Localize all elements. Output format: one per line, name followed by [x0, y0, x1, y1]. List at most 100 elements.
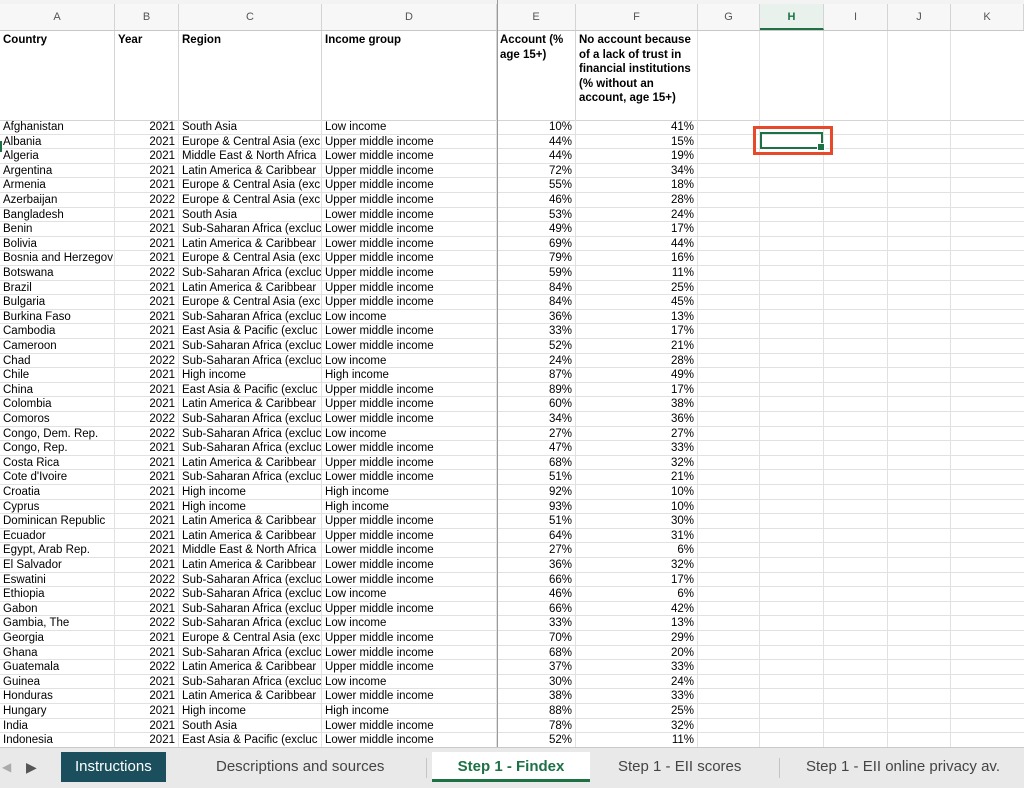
cell-region[interactable]: Europe & Central Asia (exc: [179, 178, 322, 193]
cell-account[interactable]: 44%: [497, 149, 576, 164]
cell-income-group[interactable]: Low income: [322, 426, 497, 441]
cell-year[interactable]: 2022: [115, 412, 179, 426]
cell-region[interactable]: South Asia: [179, 207, 322, 222]
cell-region[interactable]: Sub-Saharan Africa (excluc: [179, 266, 322, 280]
cell-country[interactable]: Ghana: [0, 645, 115, 660]
cell-region[interactable]: Latin America & Caribbear: [179, 236, 322, 251]
cell-no-account-trust[interactable]: 31%: [576, 528, 698, 543]
cell-income-group[interactable]: High income: [322, 499, 497, 514]
column-header-i[interactable]: I: [824, 4, 888, 30]
cell-year[interactable]: 2022: [115, 616, 179, 631]
cell-region[interactable]: Europe & Central Asia (exc: [179, 134, 322, 149]
cell-account[interactable]: 47%: [497, 441, 576, 456]
cell-income-group[interactable]: Lower middle income: [322, 324, 497, 339]
scroll-right-icon[interactable]: ▶: [26, 759, 37, 776]
cell-year[interactable]: 2021: [115, 178, 179, 193]
column-header-k[interactable]: K: [951, 4, 1024, 30]
column-header-g[interactable]: G: [698, 4, 760, 30]
cell-year[interactable]: 2021: [115, 601, 179, 616]
cell-country[interactable]: Armenia: [0, 178, 115, 193]
cell-income-group[interactable]: Upper middle income: [322, 266, 497, 280]
cell-region[interactable]: Latin America & Caribbear: [179, 397, 322, 412]
cell-account[interactable]: 49%: [497, 222, 576, 237]
cell-income-group[interactable]: Low income: [322, 587, 497, 602]
cell-region[interactable]: Sub-Saharan Africa (excluc: [179, 601, 322, 616]
cell-region[interactable]: Latin America & Caribbear: [179, 455, 322, 470]
cell-year[interactable]: 2022: [115, 266, 179, 280]
cell-region[interactable]: Sub-Saharan Africa (excluc: [179, 470, 322, 485]
cell-country[interactable]: Gambia, The: [0, 616, 115, 631]
cell-account[interactable]: 46%: [497, 193, 576, 207]
tab-step1-findex[interactable]: Step 1 - Findex: [432, 752, 590, 782]
cell-country[interactable]: India: [0, 718, 115, 733]
cell-income-group[interactable]: Upper middle income: [322, 528, 497, 543]
cell-account[interactable]: 66%: [497, 601, 576, 616]
column-header-j[interactable]: J: [888, 4, 951, 30]
header-income-group[interactable]: Income group: [322, 31, 497, 120]
cell-region[interactable]: High income: [179, 368, 322, 383]
cell-income-group[interactable]: Upper middle income: [322, 280, 497, 295]
column-header-e[interactable]: E: [497, 4, 576, 30]
cell-income-group[interactable]: Upper middle income: [322, 163, 497, 178]
cell-country[interactable]: Chad: [0, 353, 115, 368]
cell-year[interactable]: 2021: [115, 149, 179, 164]
cell-no-account-trust[interactable]: 15%: [576, 134, 698, 149]
cell-region[interactable]: Sub-Saharan Africa (excluc: [179, 412, 322, 426]
sheet-grid[interactable]: Country Year Region Income group Account…: [0, 31, 1024, 747]
cell-account[interactable]: 64%: [497, 528, 576, 543]
cell-account[interactable]: 51%: [497, 514, 576, 529]
cell-country[interactable]: Guatemala: [0, 660, 115, 675]
cell-year[interactable]: 2021: [115, 470, 179, 485]
cell-income-group[interactable]: Lower middle income: [322, 207, 497, 222]
cell-account[interactable]: 70%: [497, 631, 576, 645]
cell-no-account-trust[interactable]: 25%: [576, 704, 698, 718]
cell-year[interactable]: 2021: [115, 689, 179, 704]
cell-region[interactable]: South Asia: [179, 718, 322, 733]
cell-income-group[interactable]: Lower middle income: [322, 149, 497, 164]
cell-income-group[interactable]: Upper middle income: [322, 251, 497, 266]
cell-income-group[interactable]: Lower middle income: [322, 412, 497, 426]
cell-year[interactable]: 2021: [115, 134, 179, 149]
cell-year[interactable]: 2021: [115, 368, 179, 383]
cell-year[interactable]: 2021: [115, 558, 179, 572]
cell-income-group[interactable]: Upper middle income: [322, 397, 497, 412]
header-no-account-trust[interactable]: No account because of a lack of trust in…: [576, 31, 698, 120]
cell-account[interactable]: 38%: [497, 689, 576, 704]
cell-country[interactable]: Colombia: [0, 397, 115, 412]
cell-country[interactable]: Congo, Rep.: [0, 441, 115, 456]
cell-account[interactable]: 88%: [497, 704, 576, 718]
cell-year[interactable]: 2021: [115, 309, 179, 324]
cell-income-group[interactable]: Lower middle income: [322, 689, 497, 704]
cell-income-group[interactable]: Lower middle income: [322, 339, 497, 353]
header-empty-i[interactable]: [824, 31, 888, 120]
header-account[interactable]: Account (% age 15+): [497, 31, 576, 120]
cell-account[interactable]: 60%: [497, 397, 576, 412]
cell-year[interactable]: 2021: [115, 543, 179, 558]
cell-region[interactable]: Sub-Saharan Africa (excluc: [179, 353, 322, 368]
cell-country[interactable]: Albania: [0, 134, 115, 149]
cell-region[interactable]: Sub-Saharan Africa (excluc: [179, 616, 322, 631]
cell-income-group[interactable]: Lower middle income: [322, 718, 497, 733]
cell-year[interactable]: 2021: [115, 236, 179, 251]
cell-account[interactable]: 27%: [497, 426, 576, 441]
cell-no-account-trust[interactable]: 33%: [576, 660, 698, 675]
cell-region[interactable]: Latin America & Caribbear: [179, 558, 322, 572]
cell-country[interactable]: Ecuador: [0, 528, 115, 543]
cell-region[interactable]: Sub-Saharan Africa (excluc: [179, 222, 322, 237]
cell-country[interactable]: Honduras: [0, 689, 115, 704]
cell-country[interactable]: Cameroon: [0, 339, 115, 353]
header-empty-g[interactable]: [698, 31, 760, 120]
cell-account[interactable]: 10%: [497, 120, 576, 134]
cell-no-account-trust[interactable]: 24%: [576, 674, 698, 689]
cell-year[interactable]: 2022: [115, 426, 179, 441]
cell-account[interactable]: 52%: [497, 339, 576, 353]
cell-country[interactable]: Hungary: [0, 704, 115, 718]
cell-no-account-trust[interactable]: 27%: [576, 426, 698, 441]
cell-year[interactable]: 2021: [115, 704, 179, 718]
cell-country[interactable]: Eswatini: [0, 572, 115, 587]
cell-no-account-trust[interactable]: 16%: [576, 251, 698, 266]
column-header-b[interactable]: B: [115, 4, 179, 30]
cell-no-account-trust[interactable]: 11%: [576, 266, 698, 280]
cell-no-account-trust[interactable]: 28%: [576, 193, 698, 207]
cell-country[interactable]: Guinea: [0, 674, 115, 689]
